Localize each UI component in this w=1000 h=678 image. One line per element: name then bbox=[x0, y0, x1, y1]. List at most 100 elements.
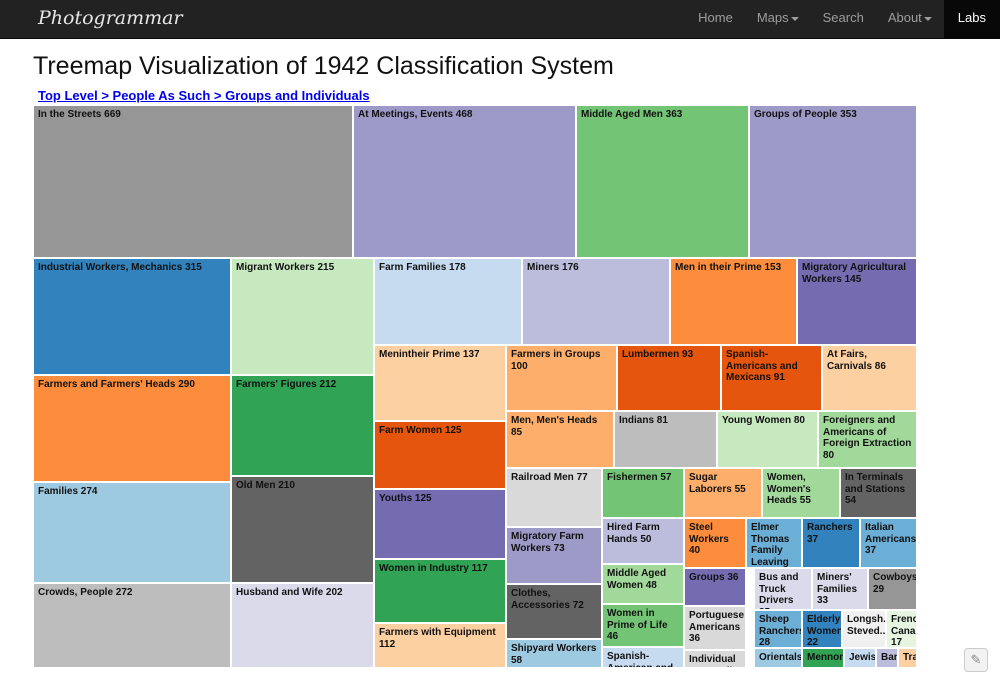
treemap-cell[interactable]: Clothes, Accessories 72 bbox=[506, 584, 602, 639]
treemap-cell[interactable]: Elmer Thomas Family Leaving bbox=[746, 518, 802, 568]
treemap-cell[interactable]: Young Women 80 bbox=[717, 411, 818, 468]
treemap-cell[interactable]: Farmers and Farmers' Heads 290 bbox=[33, 375, 231, 482]
treemap-cell-label: Migratory Farm Workers 73 bbox=[511, 531, 584, 554]
treemap-cell[interactable]: Railroad Men 77 bbox=[506, 468, 602, 527]
treemap-cell-label: Jewis bbox=[849, 652, 876, 663]
treemap-cell[interactable]: Orientals, bbox=[754, 648, 802, 668]
treemap-cell[interactable]: Menintheir Prime 137 bbox=[374, 345, 506, 421]
treemap-cell[interactable]: Spanish-American and bbox=[602, 647, 684, 668]
treemap-cell[interactable]: In the Streets 669 bbox=[33, 105, 353, 258]
treemap-cell-label: Groups 36 bbox=[689, 572, 739, 583]
treemap-cell-label: Sugar Laborers 55 bbox=[689, 472, 746, 495]
brand-logo[interactable]: Photogrammar bbox=[38, 7, 183, 29]
treemap-cell-label: Individual Men, Full bbox=[689, 654, 736, 667]
treemap-cell[interactable]: Crowds, People 272 bbox=[33, 583, 231, 668]
treemap-cell[interactable]: Jewis bbox=[844, 648, 876, 668]
nav-about-label: About bbox=[887, 10, 922, 25]
treemap-cell[interactable]: Farmers with Equipment 112 bbox=[374, 623, 506, 668]
treemap-cell[interactable]: Cowboys 29 bbox=[868, 568, 917, 610]
treemap-cell[interactable]: Women in Industry 117 bbox=[374, 559, 506, 623]
treemap-cell-label: Farmers and Farmers' Heads 290 bbox=[38, 379, 195, 390]
treemap-cell[interactable]: Individual Men, Full bbox=[684, 650, 746, 668]
treemap-cell[interactable]: Bus and Truck Drivers 35 bbox=[754, 568, 812, 610]
treemap-cell-label: Portuguese Americans 36 bbox=[689, 610, 745, 644]
treemap-cell[interactable]: Hired Farm Hands 50 bbox=[602, 518, 684, 564]
treemap-cell-label: At Fairs, Carnivals 86 bbox=[827, 349, 886, 372]
treemap-cell[interactable]: Sheep Ranchers 28 bbox=[754, 610, 802, 648]
treemap-cell[interactable]: Elderly Women 22 bbox=[802, 610, 842, 648]
treemap-cell[interactable]: Farmers in Groups 100 bbox=[506, 345, 617, 411]
treemap-cell[interactable]: Migratory Agricultural Workers 145 bbox=[797, 258, 917, 345]
treemap-cell[interactable]: Portuguese Americans 36 bbox=[684, 606, 746, 650]
treemap-cell-label: Elmer Thomas Family Leaving bbox=[751, 522, 790, 568]
treemap-cell-label: Ranchers 37 bbox=[807, 522, 853, 545]
treemap-cell[interactable]: Lumbermen 93 bbox=[617, 345, 721, 411]
treemap-cell-label: Spanish-Americans and Mexicans 91 bbox=[726, 349, 798, 383]
treemap-cell-label: Migrant Workers 215 bbox=[236, 262, 335, 273]
treemap-cell[interactable]: Youths 125 bbox=[374, 489, 506, 559]
treemap-cell[interactable]: Indians 81 bbox=[614, 411, 717, 468]
pencil-icon[interactable]: ✎ bbox=[964, 648, 988, 672]
treemap-cell-label: Women in Prime of Life 46 bbox=[607, 608, 668, 642]
treemap-cell[interactable]: Migratory Farm Workers 73 bbox=[506, 527, 602, 584]
treemap-cell-label: Orientals, bbox=[759, 652, 802, 663]
treemap-cell[interactable]: Husband and Wife 202 bbox=[231, 583, 374, 668]
treemap-cell[interactable]: Tra bbox=[898, 648, 917, 668]
treemap-cell[interactable]: Ban bbox=[876, 648, 898, 668]
nav-menu: Home Maps Search About Labs bbox=[686, 0, 1000, 38]
treemap-cell[interactable]: Longsh..., Steved... bbox=[842, 610, 886, 648]
treemap-cell[interactable]: Farmers' Figures 212 bbox=[231, 375, 374, 476]
treemap-cell[interactable]: Miners' Families 33 bbox=[812, 568, 868, 610]
treemap-cell[interactable]: Families 274 bbox=[33, 482, 231, 583]
treemap-cell-label: Elderly Women 22 bbox=[807, 614, 842, 648]
treemap-cell-label: Railroad Men 77 bbox=[511, 472, 588, 483]
treemap-cell-label: Farmers in Groups 100 bbox=[511, 349, 601, 372]
treemap-cell-label: Old Men 210 bbox=[236, 480, 295, 491]
treemap-cell[interactable]: Old Men 210 bbox=[231, 476, 374, 583]
treemap-cell[interactable]: Italian Americans 37 bbox=[860, 518, 917, 568]
treemap-cell[interactable]: Men, Men's Heads 85 bbox=[506, 411, 614, 468]
treemap-cell[interactable]: Sugar Laborers 55 bbox=[684, 468, 762, 518]
breadcrumb[interactable]: Top Level > People As Such > Groups and … bbox=[38, 88, 370, 103]
treemap-cell[interactable]: Men in their Prime 153 bbox=[670, 258, 797, 345]
treemap-cell[interactable]: Ranchers 37 bbox=[802, 518, 860, 568]
treemap-cell[interactable]: Women, Women's Heads 55 bbox=[762, 468, 840, 518]
treemap-cell[interactable]: Industrial Workers, Mechanics 315 bbox=[33, 258, 231, 375]
treemap-cell[interactable]: Spanish-Americans and Mexicans 91 bbox=[721, 345, 822, 411]
nav-labs[interactable]: Labs bbox=[943, 0, 1000, 38]
treemap-cell[interactable]: French Canad... 17 bbox=[886, 610, 917, 648]
treemap-cell-label: Cowboys 29 bbox=[873, 572, 917, 595]
treemap-cell[interactable]: At Meetings, Events 468 bbox=[353, 105, 576, 258]
treemap-cell[interactable]: Shipyard Workers 58 bbox=[506, 639, 602, 668]
nav-search[interactable]: Search bbox=[811, 0, 876, 38]
treemap-cell[interactable]: Farm Families 178 bbox=[374, 258, 522, 345]
treemap-cell[interactable]: Women in Prime of Life 46 bbox=[602, 604, 684, 647]
treemap-cell[interactable]: Middle Aged Women 48 bbox=[602, 564, 684, 604]
treemap-cell[interactable]: Groups of People 353 bbox=[749, 105, 917, 258]
treemap-cell-label: Lumbermen 93 bbox=[622, 349, 694, 360]
nav-home[interactable]: Home bbox=[686, 0, 745, 38]
nav-about[interactable]: About bbox=[876, 0, 944, 38]
treemap-cell[interactable]: Steel Workers 40 bbox=[684, 518, 746, 568]
treemap-cell-label: Indians 81 bbox=[619, 415, 668, 426]
treemap-cell[interactable]: Farm Women 125 bbox=[374, 421, 506, 489]
treemap-cell[interactable]: Middle Aged Men 363 bbox=[576, 105, 749, 258]
treemap-cell-label: At Meetings, Events 468 bbox=[358, 109, 473, 120]
treemap-cell[interactable]: Mennon bbox=[802, 648, 844, 668]
treemap-cell[interactable]: Miners 176 bbox=[522, 258, 670, 345]
treemap-cell[interactable]: At Fairs, Carnivals 86 bbox=[822, 345, 917, 411]
treemap-cell-label: Women in Industry 117 bbox=[379, 563, 488, 574]
treemap-cell-label: Tra bbox=[903, 652, 917, 663]
treemap-cell-label: Groups of People 353 bbox=[754, 109, 857, 120]
caret-down-icon bbox=[923, 16, 932, 21]
treemap-cell-label: Steel Workers 40 bbox=[689, 522, 729, 556]
treemap-cell[interactable]: Groups 36 bbox=[684, 568, 746, 606]
treemap-cell-label: Ban bbox=[881, 652, 897, 663]
treemap-cell[interactable]: Foreigners and Americans of Foreign Extr… bbox=[818, 411, 917, 468]
treemap-cell-label: Farmers' Figures 212 bbox=[236, 379, 337, 390]
treemap-cell[interactable]: Migrant Workers 215 bbox=[231, 258, 374, 375]
treemap-cell-label: In Terminals and Stations 54 bbox=[845, 472, 906, 506]
nav-maps[interactable]: Maps bbox=[745, 0, 811, 38]
treemap-cell[interactable]: Fishermen 57 bbox=[602, 468, 684, 518]
treemap-cell[interactable]: In Terminals and Stations 54 bbox=[840, 468, 917, 518]
